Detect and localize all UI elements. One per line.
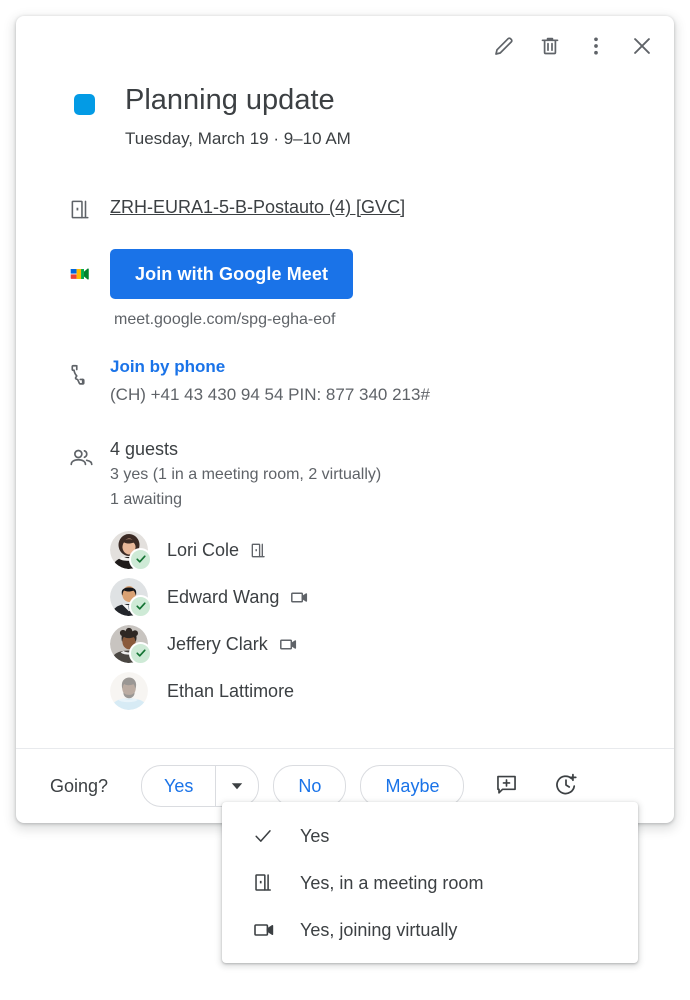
event-details-popup: Planning update Tuesday, March 19 · 9–10… xyxy=(16,16,674,823)
rsvp-accepted-badge xyxy=(129,594,152,618)
guest-name: Edward Wang xyxy=(167,586,280,607)
video-camera-icon xyxy=(289,587,310,608)
meeting-room-icon xyxy=(249,541,268,560)
add-comment-button[interactable] xyxy=(488,768,524,804)
clock-plus-icon xyxy=(553,772,579,801)
video-camera-icon xyxy=(278,634,299,655)
pencil-icon xyxy=(492,34,516,58)
edit-event-button[interactable] xyxy=(484,26,524,66)
rsvp-yes-dropdown-toggle[interactable] xyxy=(215,766,258,806)
meeting-room-icon xyxy=(252,871,280,894)
guests-count: 4 guests xyxy=(110,439,179,459)
avatar xyxy=(110,624,152,665)
rsvp-accepted-badge xyxy=(129,641,152,665)
more-vert-icon xyxy=(584,34,608,58)
avatar xyxy=(110,577,152,618)
event-datetime: Tuesday, March 19 · 9–10 AM xyxy=(125,129,351,148)
room-row: ZRH-EURA1-5-B-Postauto (4) [GVC] xyxy=(40,195,650,227)
meet-url[interactable]: meet.google.com/spg-egha-eof xyxy=(114,309,650,331)
guest-name: Jeffery Clark xyxy=(167,633,268,654)
rsvp-accepted-badge xyxy=(129,547,152,571)
list-item[interactable]: Jeffery Clark xyxy=(110,620,650,667)
chevron-down-icon xyxy=(231,777,243,795)
checkmark-icon xyxy=(252,825,280,847)
rsvp-yes-button[interactable]: Yes xyxy=(142,766,215,806)
join-by-phone-link[interactable]: Join by phone xyxy=(110,356,225,378)
more-options-button[interactable] xyxy=(576,26,616,66)
google-meet-icon xyxy=(68,261,94,292)
event-color-swatch xyxy=(74,94,95,115)
going-label: Going? xyxy=(50,776,109,796)
rsvp-maybe-button[interactable]: Maybe xyxy=(360,765,465,807)
rsvp-buttons: Yes No Maybe xyxy=(141,765,465,807)
phone-icon xyxy=(68,362,93,392)
guests-row: 4 guests 3 yes (1 in a meeting room, 2 v… xyxy=(40,437,650,714)
dropdown-item-yes[interactable]: Yes xyxy=(222,812,638,859)
list-item[interactable]: Ethan Lattimore xyxy=(110,667,650,714)
list-item[interactable]: Lori Cole xyxy=(110,526,650,573)
close-button[interactable] xyxy=(622,26,662,66)
video-camera-icon xyxy=(252,918,280,942)
screen: Planning update Tuesday, March 19 · 9–10… xyxy=(0,0,690,1000)
guest-list: Lori Cole Edward Wang Jeffery Clark Etha… xyxy=(110,526,650,714)
guest-name: Ethan Lattimore xyxy=(167,680,295,701)
meeting-room-icon xyxy=(68,197,93,227)
dropdown-item-yes-joining-virtually[interactable]: Yes, joining virtually xyxy=(222,906,638,953)
event-title-row: Planning update Tuesday, March 19 · 9–10… xyxy=(16,66,674,151)
join-with-google-meet-button[interactable]: Join with Google Meet xyxy=(110,249,354,299)
google-meet-row: Join with Google Meet meet.google.com/sp… xyxy=(40,249,650,331)
dropdown-item-label: Yes, in a meeting room xyxy=(300,872,484,893)
list-item[interactable]: Edward Wang xyxy=(110,573,650,620)
trash-icon xyxy=(538,34,562,58)
room-link[interactable]: ZRH-EURA1-5-B-Postauto (4) [GVC] xyxy=(110,197,405,217)
close-icon xyxy=(629,33,655,59)
card-action-bar xyxy=(16,16,674,66)
avatar xyxy=(110,530,152,571)
dropdown-item-label: Yes xyxy=(300,825,330,846)
footer-icon-group xyxy=(488,768,584,804)
add-comment-icon xyxy=(494,772,519,800)
people-icon xyxy=(68,445,95,477)
page-title: Planning update xyxy=(125,84,335,116)
rsvp-yes-dropdown-menu: Yes Yes, in a meeting room Yes, joining … xyxy=(222,802,638,963)
phone-number: (CH) +41 43 430 94 54 PIN: 877 340 213# xyxy=(110,385,430,404)
guests-awaiting-summary: 1 awaiting xyxy=(110,491,183,508)
remind-later-button[interactable] xyxy=(548,768,584,804)
join-by-phone-row: Join by phone (CH) +41 43 430 94 54 PIN:… xyxy=(40,356,650,407)
dropdown-item-yes-in-a-meeting-room[interactable]: Yes, in a meeting room xyxy=(222,859,638,906)
delete-event-button[interactable] xyxy=(530,26,570,66)
event-details: ZRH-EURA1-5-B-Postauto (4) [GVC] Join wi… xyxy=(16,195,674,748)
rsvp-yes-split-button: Yes xyxy=(141,765,260,807)
avatar xyxy=(110,671,148,710)
guest-name: Lori Cole xyxy=(167,539,240,560)
guests-yes-summary: 3 yes (1 in a meeting room, 2 virtually) xyxy=(110,466,382,483)
rsvp-no-button[interactable]: No xyxy=(273,765,347,807)
dropdown-item-label: Yes, joining virtually xyxy=(300,919,458,940)
